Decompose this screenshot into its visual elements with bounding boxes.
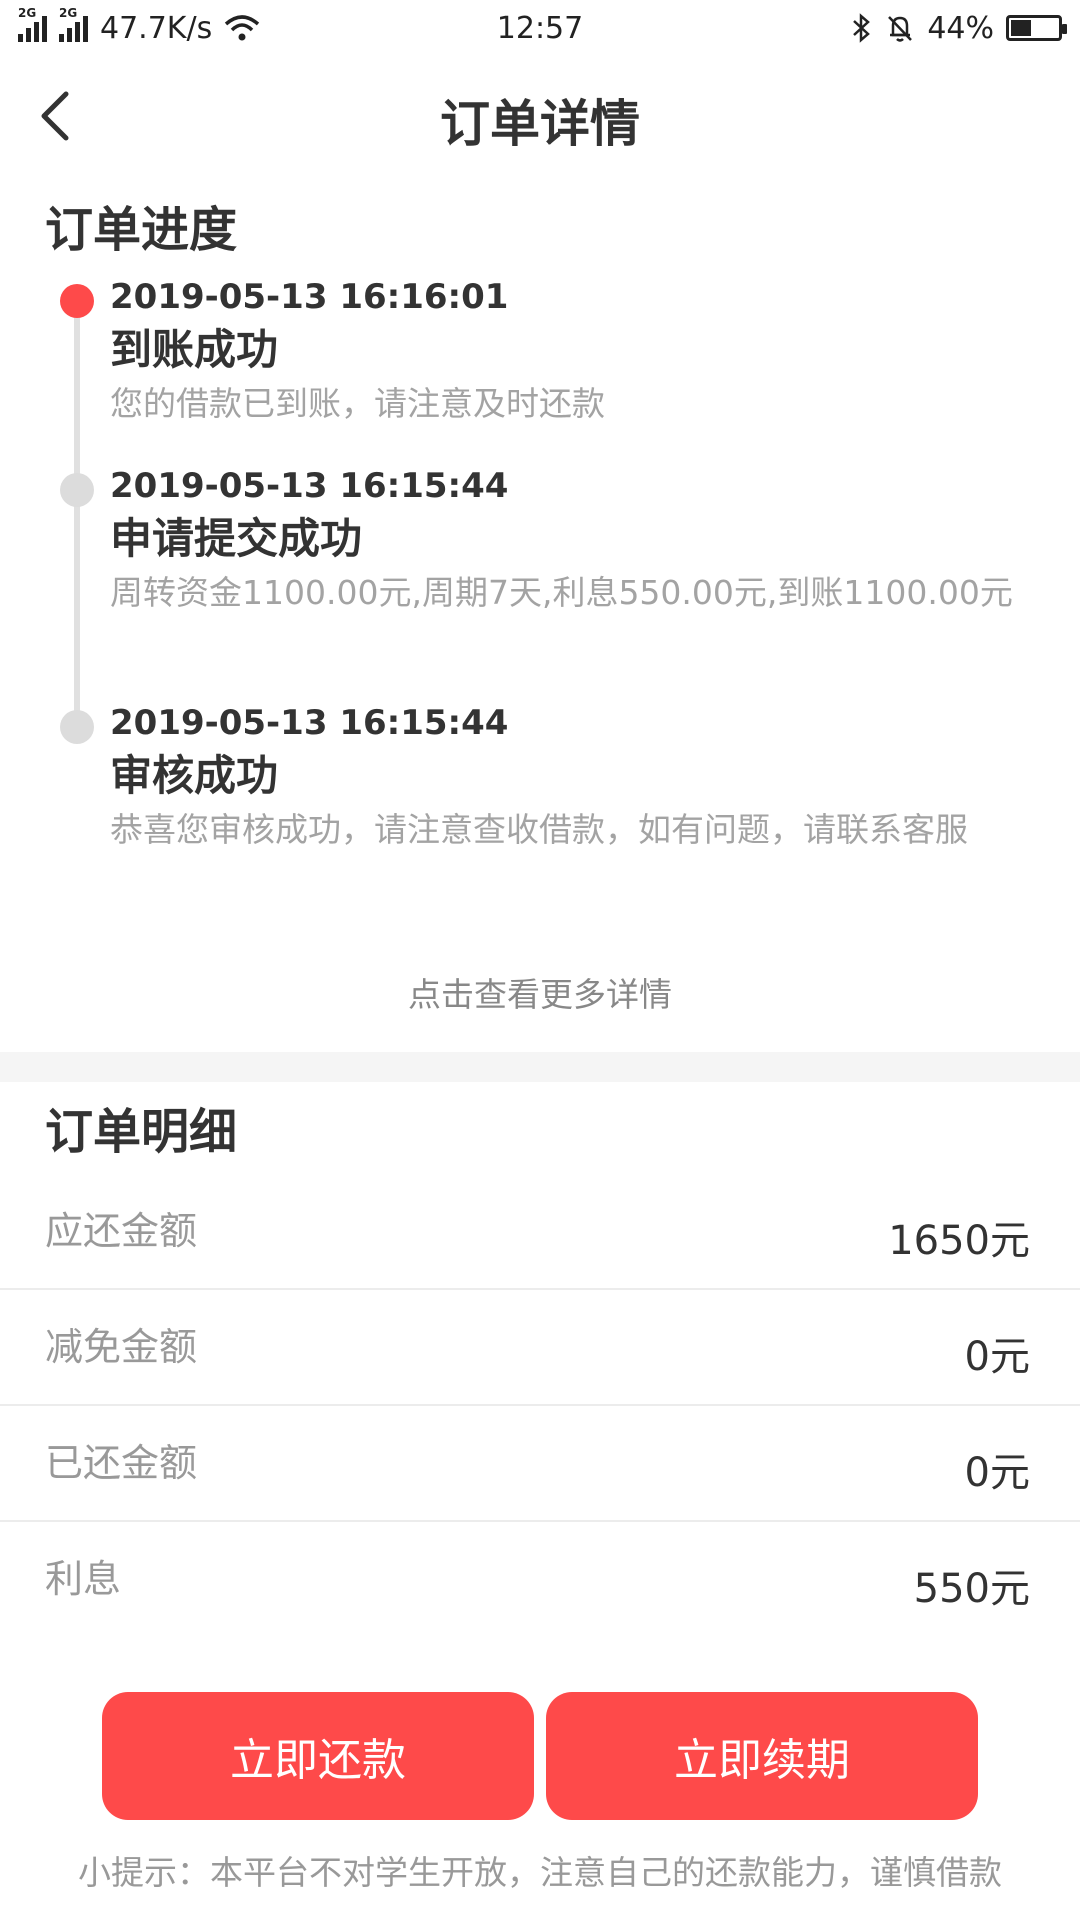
timeline-line bbox=[74, 300, 80, 730]
timeline-status: 审核成功 bbox=[110, 751, 279, 800]
detail-row-interest: 利息 550元 bbox=[0, 1522, 1080, 1638]
detail-label: 利息 bbox=[45, 1557, 122, 1601]
detail-row-repaid: 已还金额 0元 bbox=[0, 1406, 1080, 1522]
progress-section-title: 订单进度 bbox=[45, 202, 238, 258]
timeline-desc: 恭喜您审核成功，请注意查收借款，如有问题，请联系客服 bbox=[110, 810, 968, 849]
signal-icon-1: 2G bbox=[18, 6, 47, 42]
tip-text: 小提示：本平台不对学生开放，注意自己的还款能力，谨慎借款 bbox=[78, 1853, 1002, 1892]
renew-now-button[interactable]: 立即续期 bbox=[546, 1692, 978, 1820]
timeline-item: 2019-05-13 16:15:44 申请提交成功 周转资金1100.00元,… bbox=[110, 465, 1030, 615]
detail-label: 已还金额 bbox=[45, 1441, 198, 1485]
signal-icon-2: 2G bbox=[59, 6, 88, 42]
timeline-item: 2019-05-13 16:16:01 到账成功 您的借款已到账，请注意及时还款 bbox=[110, 276, 1030, 426]
status-left: 2G 2G 47.7K/s bbox=[18, 6, 260, 46]
status-time: 12:57 bbox=[496, 10, 584, 46]
section-divider bbox=[0, 1052, 1080, 1082]
detail-value: 0元 bbox=[964, 1450, 1030, 1496]
bluetooth-icon bbox=[853, 13, 871, 43]
timeline-status: 到账成功 bbox=[110, 325, 279, 374]
bell-muted-icon bbox=[888, 16, 913, 42]
detail-label: 减免金额 bbox=[45, 1325, 198, 1369]
wifi-icon bbox=[225, 15, 260, 41]
detail-row-reduction: 减免金额 0元 bbox=[0, 1290, 1080, 1406]
timeline-dot bbox=[60, 473, 94, 507]
view-more-details-link[interactable]: 点击查看更多详情 bbox=[0, 968, 1080, 1016]
detail-value: 1650元 bbox=[888, 1218, 1030, 1264]
detail-value: 550元 bbox=[913, 1566, 1030, 1612]
status-right: 44% bbox=[851, 10, 1067, 46]
timeline-time: 2019-05-13 16:15:44 bbox=[110, 466, 509, 506]
order-detail-page: 2G 2G 47.7K/s 12:57 44% 订单详情 订单进度 2019-0… bbox=[0, 0, 1080, 1920]
battery-percent: 44% bbox=[927, 10, 994, 46]
timeline-desc: 周转资金1100.00元,周期7天,利息550.00元,到账1100.00元 bbox=[110, 573, 1013, 612]
network-type-1: 2G bbox=[18, 6, 37, 20]
timeline-dot-active bbox=[60, 284, 94, 318]
detail-value: 0元 bbox=[964, 1334, 1030, 1380]
nav-header: 订单详情 bbox=[0, 56, 1080, 176]
battery-icon bbox=[1006, 15, 1067, 41]
repay-now-button[interactable]: 立即还款 bbox=[102, 1692, 534, 1820]
timeline-time: 2019-05-13 16:16:01 bbox=[110, 277, 509, 317]
details-section-title: 订单明细 bbox=[45, 1104, 238, 1160]
network-speed: 47.7K/s bbox=[100, 10, 213, 46]
detail-row-due-amount: 应还金额 1650元 bbox=[0, 1174, 1080, 1290]
status-bar: 2G 2G 47.7K/s 12:57 44% bbox=[0, 0, 1080, 56]
network-type-2: 2G bbox=[59, 6, 78, 20]
timeline-time: 2019-05-13 16:15:44 bbox=[110, 703, 509, 743]
battery-fill bbox=[1011, 20, 1031, 36]
page-title: 订单详情 bbox=[440, 95, 640, 153]
detail-label: 应还金额 bbox=[45, 1209, 198, 1253]
timeline-status: 申请提交成功 bbox=[110, 514, 363, 563]
timeline-desc: 您的借款已到账，请注意及时还款 bbox=[110, 384, 605, 423]
timeline-item: 2019-05-13 16:15:44 审核成功 恭喜您审核成功，请注意查收借款… bbox=[110, 702, 1030, 852]
timeline-dot bbox=[60, 710, 94, 744]
